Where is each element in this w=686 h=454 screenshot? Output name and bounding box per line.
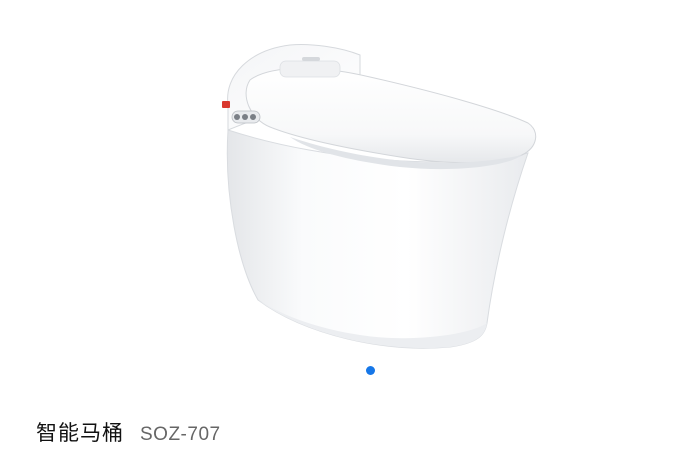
- product-name: 智能马桶: [36, 421, 124, 445]
- product-card: 智能马桶 SOZ-707: [0, 0, 686, 454]
- product-model: SOZ-707: [140, 424, 221, 445]
- carousel-indicator: [0, 366, 686, 378]
- product-caption: 智能马桶 SOZ-707: [36, 417, 221, 447]
- carousel-dot-active[interactable]: [365, 366, 375, 375]
- product-image-smart-toilet[interactable]: [210, 35, 550, 355]
